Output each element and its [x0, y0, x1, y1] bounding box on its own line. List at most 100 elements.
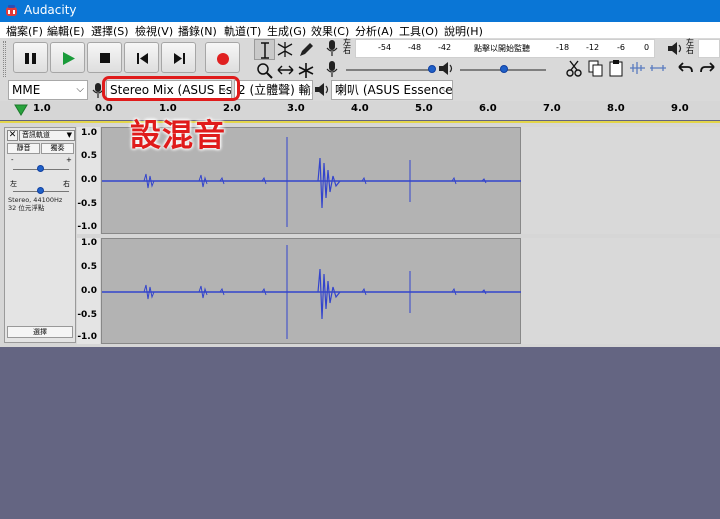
- playback-device-select[interactable]: 喇叭 (ASUS Essence S ⌵: [331, 80, 453, 100]
- speaker-icon: [315, 83, 329, 96]
- menu-view[interactable]: 檢視(V): [135, 23, 173, 39]
- record-meter-button[interactable]: [323, 38, 341, 57]
- ruler-tick: 0.0: [95, 103, 113, 114]
- gain-slider-knob[interactable]: [37, 165, 44, 172]
- menu-tools[interactable]: 工具(O): [399, 23, 438, 39]
- mute-button[interactable]: 靜音: [7, 143, 40, 154]
- playback-volume-knob[interactable]: [500, 65, 508, 73]
- microphone-icon: [326, 61, 338, 77]
- menu-edit[interactable]: 編輯(E): [47, 23, 85, 39]
- gain-minus-label: -: [11, 156, 14, 164]
- menu-generate[interactable]: 生成(G): [267, 23, 306, 39]
- solo-button[interactable]: 獨奏: [41, 143, 74, 154]
- i-beam-icon: [261, 42, 269, 59]
- menu-select[interactable]: 選擇(S): [91, 23, 129, 39]
- record-button[interactable]: [205, 42, 240, 73]
- undo-button[interactable]: [675, 58, 696, 79]
- menu-help[interactable]: 說明(H): [444, 23, 483, 39]
- trim-button[interactable]: [627, 58, 648, 79]
- menu-file[interactable]: 檔案(F): [6, 23, 43, 39]
- time-shift-tool[interactable]: [275, 60, 296, 81]
- cut-button[interactable]: [564, 58, 585, 79]
- ruler-tick: 6.0: [479, 103, 497, 114]
- microphone-icon: [326, 40, 338, 56]
- menu-bar: 檔案(F) 編輯(E) 選擇(S) 檢視(V) 播錄(N) 軌道(T) 生成(G…: [0, 22, 720, 38]
- chevron-down-icon: ⌵: [441, 84, 449, 95]
- play-button[interactable]: [50, 42, 85, 73]
- audio-host-select[interactable]: MME ⌵: [8, 80, 88, 100]
- empty-track-area[interactable]: [521, 238, 720, 344]
- scale-label: 0.0: [81, 286, 97, 296]
- pan-left-label: 左: [10, 180, 17, 188]
- clipboard-icon: [609, 60, 623, 77]
- pencil-icon: [300, 43, 313, 56]
- ruler-tick: 1.0: [33, 103, 51, 114]
- playback-meter[interactable]: [698, 39, 720, 58]
- empty-track-area[interactable]: [521, 127, 720, 234]
- audio-host-value: MME: [12, 83, 41, 97]
- skip-to-end-button[interactable]: [161, 42, 196, 73]
- silence-button[interactable]: [648, 58, 669, 79]
- meter-tick: -18: [556, 43, 570, 52]
- trim-audio-icon: [630, 62, 645, 74]
- play-icon: [63, 52, 75, 65]
- zoom-tool[interactable]: [254, 60, 275, 81]
- track-name-menu[interactable]: 音訊軌道 ▼: [19, 130, 75, 141]
- stop-button[interactable]: [87, 42, 122, 73]
- track-info: Stereo, 44100Hz 32 位元浮點: [8, 196, 74, 212]
- magnifier-icon: [257, 63, 273, 79]
- selection-tool[interactable]: [254, 39, 275, 60]
- copy-button[interactable]: [585, 58, 606, 79]
- ruler-tick: 4.0: [351, 103, 369, 114]
- window-title: Audacity: [24, 3, 77, 17]
- scale-label: 0.0: [81, 175, 97, 185]
- paste-button[interactable]: [606, 58, 627, 79]
- draw-tool[interactable]: [296, 39, 317, 60]
- timeline-ruler[interactable]: 1.0 0.0 1.0 2.0 3.0 4.0 5.0 6.0 7.0 8.0 …: [0, 101, 720, 120]
- pause-button[interactable]: [13, 42, 48, 73]
- skip-to-start-button[interactable]: [124, 42, 159, 73]
- speaker-icon: [668, 42, 682, 55]
- vertical-scale-left-channel[interactable]: 1.0 0.5 0.0 -0.5 -1.0: [77, 127, 100, 234]
- redo-icon: [700, 62, 715, 73]
- scale-label: -0.5: [77, 199, 97, 209]
- playback-meter-button[interactable]: [666, 39, 684, 58]
- record-meter-lr: 左 右: [343, 38, 351, 55]
- asterisk-icon: [298, 63, 314, 78]
- track-format: Stereo, 44100Hz: [8, 196, 63, 204]
- meter-tick: -42: [438, 43, 452, 52]
- recording-volume-knob[interactable]: [428, 65, 436, 73]
- undo-icon: [678, 62, 693, 73]
- redo-button[interactable]: [697, 58, 718, 79]
- menu-effect[interactable]: 效果(C): [311, 23, 349, 39]
- track-close-button[interactable]: ✕: [7, 130, 18, 141]
- scale-label: 0.5: [81, 151, 97, 161]
- pan-slider-knob[interactable]: [37, 187, 44, 194]
- pause-icon: [25, 53, 36, 64]
- record-meter[interactable]: -54 -48 -42 點擊以開始監聽 -18 -12 -6 0: [355, 39, 655, 58]
- envelope-tool[interactable]: [275, 39, 296, 60]
- recording-volume-slider[interactable]: [346, 69, 432, 71]
- recording-volume-icon-wrap: [323, 59, 341, 78]
- waveform-right-channel[interactable]: [101, 238, 522, 344]
- menu-tracks[interactable]: 軌道(T): [224, 23, 261, 39]
- scale-label: 1.0: [81, 238, 97, 248]
- highlight-box: [102, 76, 240, 101]
- track-control-panel[interactable]: ✕ 音訊軌道 ▼ 靜音 獨奏 - + 左 右 Stereo, 44100Hz 32…: [4, 127, 76, 343]
- copy-icon: [588, 60, 603, 77]
- recording-channels-select[interactable]: 2 (立體聲) 輸. ⌵: [234, 80, 313, 100]
- vertical-scale-right-channel[interactable]: 1.0 0.5 0.0 -0.5 -1.0: [77, 238, 100, 344]
- title-bar: Audacity: [0, 0, 720, 22]
- ruler-tick: 5.0: [415, 103, 433, 114]
- menu-transport[interactable]: 播錄(N): [178, 23, 217, 39]
- track-select-button[interactable]: 選擇: [7, 326, 73, 338]
- audacity-app-icon: [5, 4, 18, 18]
- track-name: 音訊軌道: [22, 131, 50, 139]
- multi-tool[interactable]: [296, 60, 317, 81]
- ruler-tick: 8.0: [607, 103, 625, 114]
- gain-plus-label: +: [66, 156, 72, 164]
- toolbar-grip[interactable]: [3, 41, 6, 77]
- menu-analyze[interactable]: 分析(A): [355, 23, 393, 39]
- playback-meter-lr: 左 右: [686, 38, 694, 55]
- silence-audio-icon: [650, 65, 666, 71]
